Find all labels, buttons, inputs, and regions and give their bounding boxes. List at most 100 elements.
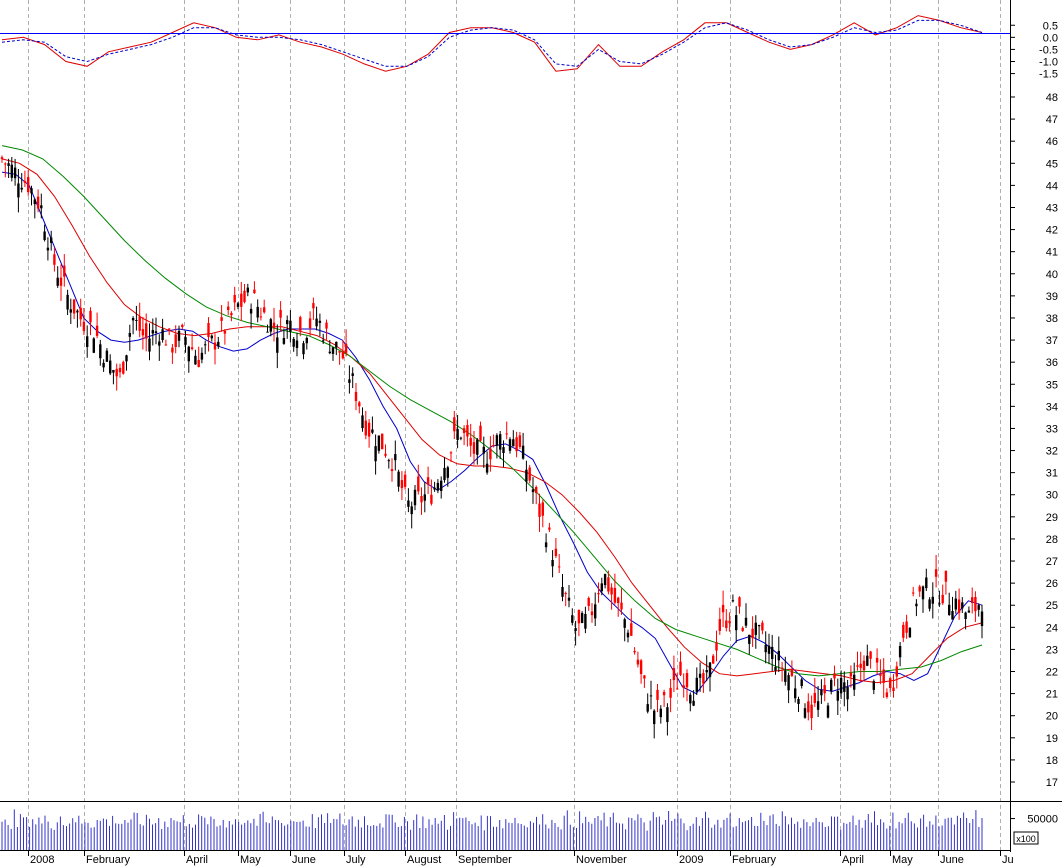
candle <box>125 354 128 371</box>
candle-body <box>931 596 934 604</box>
candle-body <box>328 351 331 354</box>
candle-body <box>0 157 4 160</box>
candle-body <box>607 577 610 592</box>
candle <box>79 298 82 327</box>
candle <box>462 425 466 446</box>
candle-body <box>4 163 7 165</box>
candle-body <box>312 303 315 309</box>
candle <box>158 334 161 361</box>
candle <box>384 444 387 458</box>
candle-body <box>43 231 46 240</box>
candle-body <box>666 707 669 723</box>
candle-body <box>771 646 774 659</box>
x-month-label: Ju <box>1002 854 1014 866</box>
candle <box>423 481 426 513</box>
candle <box>597 582 600 603</box>
candle-body <box>266 331 269 333</box>
x-month-label: July <box>346 854 366 866</box>
candle-body <box>535 487 538 493</box>
x-month-label: 2008 <box>30 854 54 866</box>
candle <box>433 481 436 492</box>
candle-body <box>86 336 89 347</box>
candle-body <box>875 657 879 663</box>
candle <box>649 680 653 710</box>
candle <box>587 596 590 611</box>
y-tick-label: 44 <box>1046 180 1058 192</box>
candle-body <box>748 634 751 644</box>
candlesticks <box>0 155 984 739</box>
candle-body <box>538 503 541 517</box>
candle-body <box>76 310 79 313</box>
candle <box>33 198 36 219</box>
candle-body <box>479 425 482 441</box>
candle-body <box>367 422 371 437</box>
x-month-label: September <box>458 854 512 866</box>
candle <box>702 669 705 693</box>
candle <box>40 193 43 219</box>
candle <box>738 596 741 614</box>
candle-body <box>394 454 397 461</box>
candle <box>269 317 272 337</box>
candle-body <box>384 453 387 456</box>
candle <box>371 416 374 435</box>
candle-body <box>377 435 381 451</box>
candle-body <box>325 322 328 329</box>
moving-averages <box>1 145 983 695</box>
candle-body <box>499 434 502 450</box>
candle <box>377 435 381 454</box>
candle-body <box>433 487 436 490</box>
candle-body <box>453 417 456 432</box>
candle <box>971 587 974 614</box>
candle-body <box>544 542 548 548</box>
candle <box>872 679 875 695</box>
candle <box>308 311 312 337</box>
candle-body <box>617 597 620 604</box>
candle <box>4 162 7 178</box>
candle <box>410 501 413 529</box>
candle <box>885 688 889 699</box>
candle <box>292 337 295 352</box>
candle <box>531 477 535 504</box>
candle-body <box>92 338 95 353</box>
candle-body <box>272 322 276 328</box>
candle <box>436 479 440 494</box>
candle <box>535 485 538 505</box>
y-tick-label: 39 <box>1046 291 1058 303</box>
y-tick-label: 34 <box>1046 401 1058 413</box>
y-tick-label: 21 <box>1046 689 1058 701</box>
candle <box>43 224 46 242</box>
candle <box>443 457 446 483</box>
candle <box>905 614 908 639</box>
x-month-label: August <box>407 854 441 866</box>
candle-body <box>423 494 426 501</box>
candle <box>417 464 420 495</box>
candle <box>800 677 803 689</box>
candle <box>836 678 839 715</box>
candle-body <box>767 645 771 654</box>
candle-body <box>292 338 295 347</box>
candle <box>774 654 777 675</box>
candle <box>921 585 925 613</box>
candle <box>712 654 715 664</box>
candle <box>240 282 243 321</box>
candle <box>525 460 528 492</box>
candle-body <box>715 642 718 651</box>
candle <box>787 672 790 704</box>
candle <box>122 360 125 375</box>
candle <box>613 573 617 605</box>
y-tick-label: 0.5 <box>1043 20 1058 32</box>
candle-body <box>204 344 207 346</box>
candle-body <box>856 665 859 667</box>
candle-body <box>843 682 846 692</box>
candle <box>72 299 76 320</box>
candle <box>246 283 249 297</box>
candle <box>217 336 220 349</box>
candle <box>797 696 800 712</box>
candle <box>518 431 522 450</box>
candle-body <box>344 343 348 353</box>
candle-body <box>643 675 646 679</box>
candle-body <box>374 446 377 462</box>
candle-body <box>784 670 787 682</box>
candle <box>344 329 348 357</box>
candle-body <box>577 609 581 624</box>
